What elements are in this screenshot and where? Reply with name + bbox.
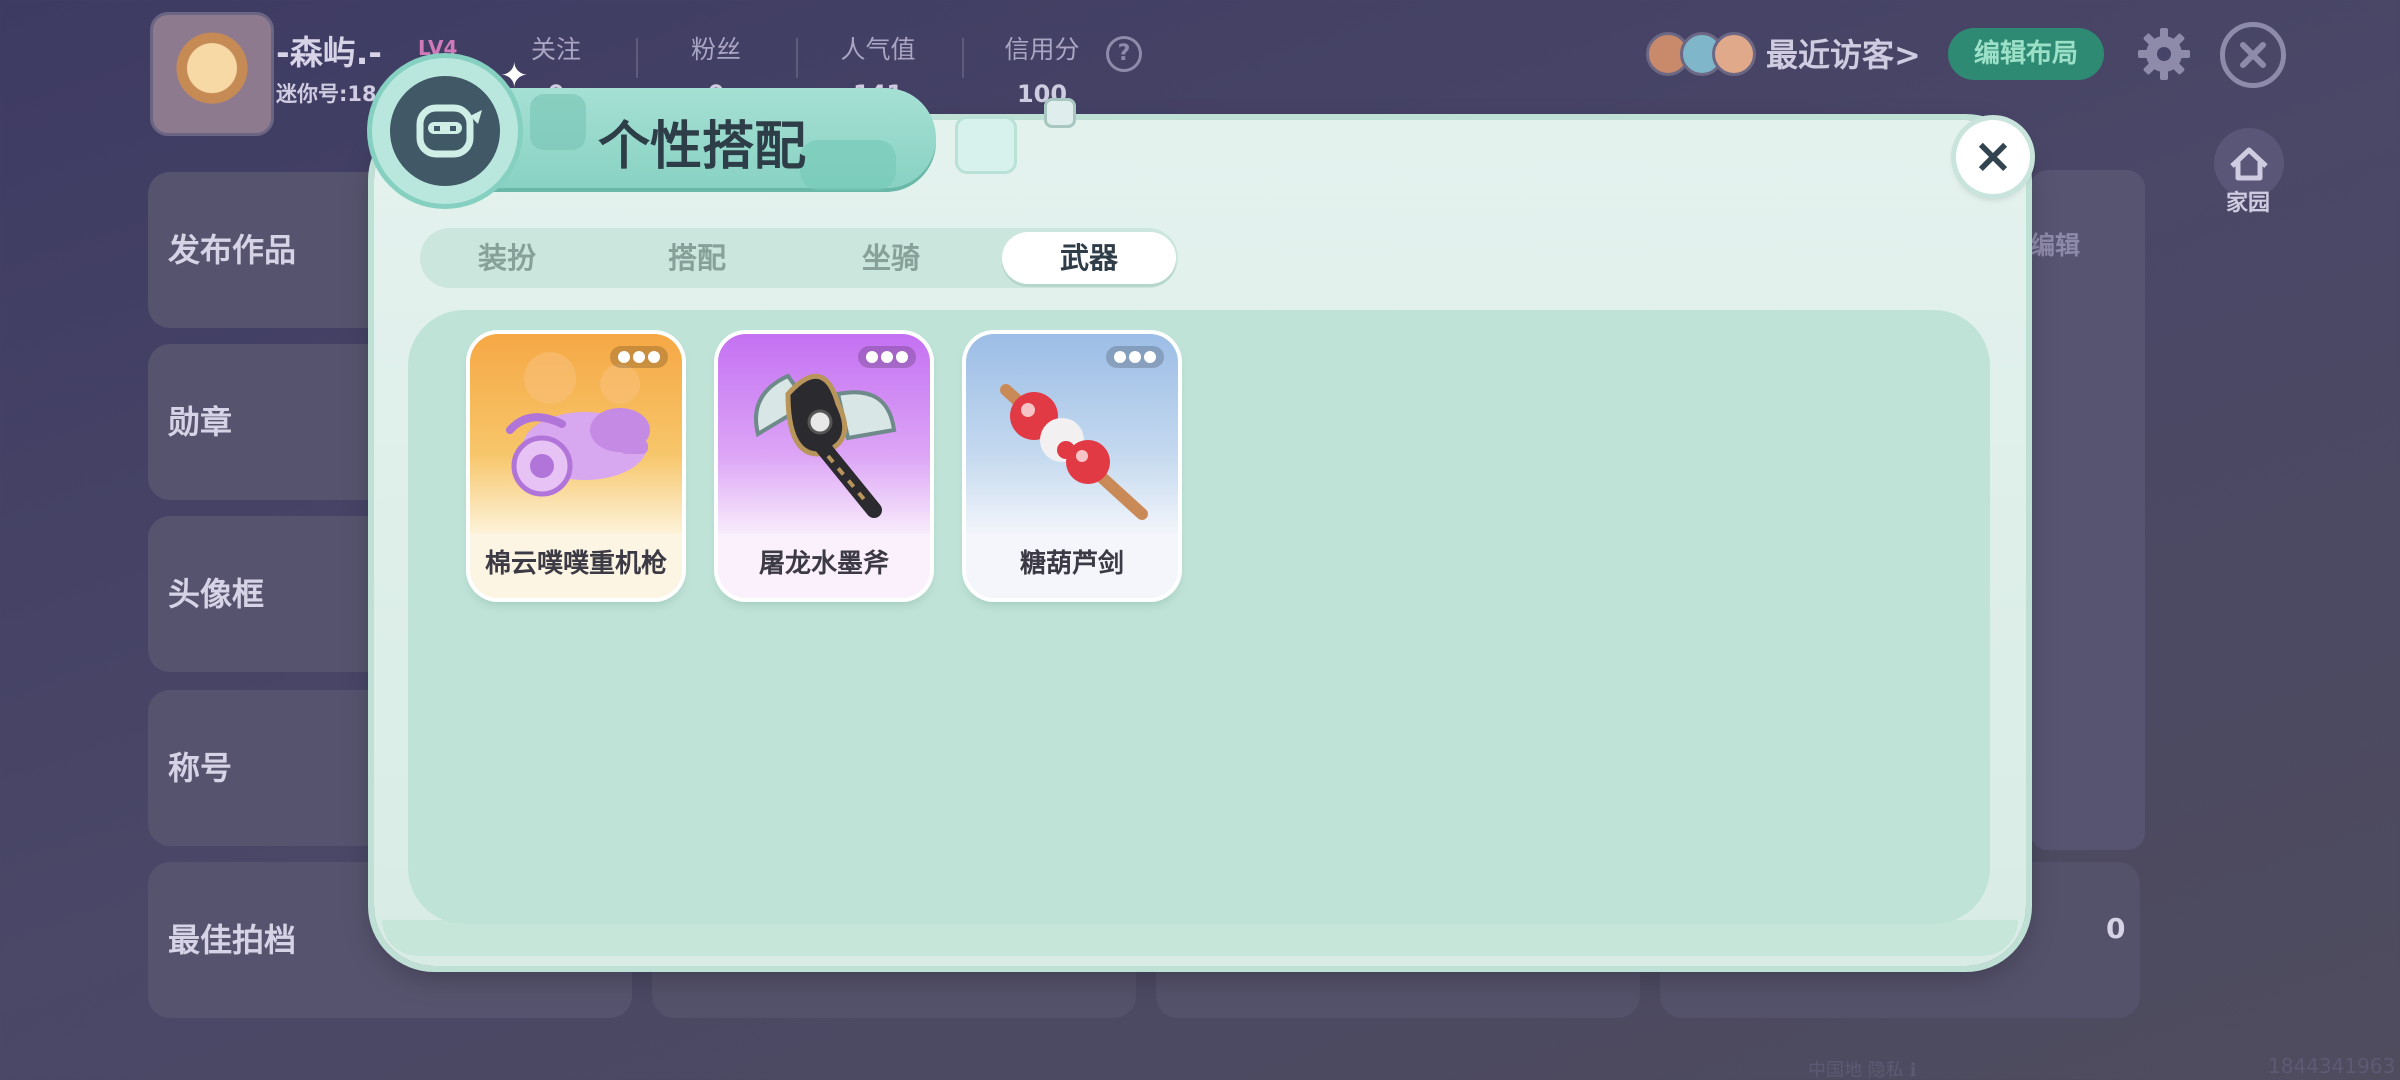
more-options-icon[interactable]: [1106, 346, 1164, 368]
close-icon[interactable]: [2220, 22, 2286, 88]
stat-divider: [796, 38, 798, 78]
section-label: 称号: [168, 749, 233, 787]
decor-square: [955, 116, 1017, 174]
recent-visitors-link[interactable]: 最近访客>: [1766, 30, 1921, 76]
section-label: 头像框: [168, 575, 265, 613]
stat-label: 粉丝: [690, 35, 741, 64]
more-options-icon[interactable]: [858, 346, 916, 368]
home-label: 家园: [2225, 191, 2270, 216]
section-label: 最佳拍档: [168, 921, 297, 959]
right-panel: [2030, 170, 2145, 850]
item-art: [718, 334, 930, 534]
uid-footer: 1844341963: [2268, 1054, 2396, 1078]
item-card-candied-haws-sword[interactable]: 糖葫芦剑: [966, 334, 1178, 598]
stat-credit[interactable]: 信用分 100: [972, 30, 1112, 108]
footer-links[interactable]: 中国地 隐私 ℹ: [1808, 1056, 1916, 1080]
category-tabs: 装扮 搭配 坐骑 武器: [420, 228, 1178, 288]
tab-outfit[interactable]: 装扮: [420, 228, 594, 288]
ninja-badge-icon: [372, 58, 518, 204]
item-art: [966, 334, 1178, 534]
gear-icon[interactable]: [2134, 24, 2194, 84]
visitor-avatar[interactable]: [1712, 32, 1756, 76]
more-options-icon[interactable]: [610, 346, 668, 368]
close-x-icon: [2240, 42, 2266, 68]
best-partner-count: 0: [2106, 912, 2126, 945]
edit-link[interactable]: 编辑: [2030, 226, 2080, 262]
modal-title: 个性搭配: [598, 117, 807, 177]
stat-label: 信用分: [1004, 35, 1080, 64]
modal-bottom-strip: [382, 920, 2018, 956]
help-icon[interactable]: ?: [1106, 36, 1142, 72]
stat-label: 关注: [530, 35, 581, 64]
level-badge: LV4: [418, 36, 458, 60]
section-label: 勋章: [168, 403, 233, 441]
tab-matching[interactable]: 搭配: [610, 228, 784, 288]
item-art: [470, 334, 682, 534]
section-label: 发布作品: [168, 231, 297, 269]
sparkle-icon: ✦: [500, 56, 529, 96]
avatar[interactable]: [150, 12, 274, 136]
stat-value: 100: [1016, 80, 1068, 108]
tab-mount[interactable]: 坐骑: [804, 228, 978, 288]
item-name: 屠龙水墨斧: [758, 549, 889, 579]
edit-layout-button[interactable]: 编辑布局: [1948, 28, 2104, 80]
profile-name: -森屿.-: [276, 33, 382, 72]
item-card-cloud-cannon[interactable]: 棉云噗噗重机枪: [470, 334, 682, 598]
tab-weapon[interactable]: 武器: [1002, 232, 1176, 284]
item-card-dragon-axe[interactable]: 屠龙水墨斧: [718, 334, 930, 598]
stat-divider: [962, 38, 964, 78]
ribbon-decoration: [800, 140, 896, 190]
decor-square: [1044, 98, 1076, 128]
ribbon-decoration: [530, 94, 586, 150]
stat-divider: [636, 38, 638, 78]
item-name: 糖葫芦剑: [1019, 549, 1124, 579]
stat-label: 人气值: [840, 35, 916, 64]
mini-id: 迷你号:18: [276, 82, 377, 106]
modal-close-button[interactable]: ×: [1956, 120, 2030, 194]
ninja-face-icon: [416, 104, 482, 158]
item-name: 棉云噗噗重机枪: [484, 549, 667, 579]
